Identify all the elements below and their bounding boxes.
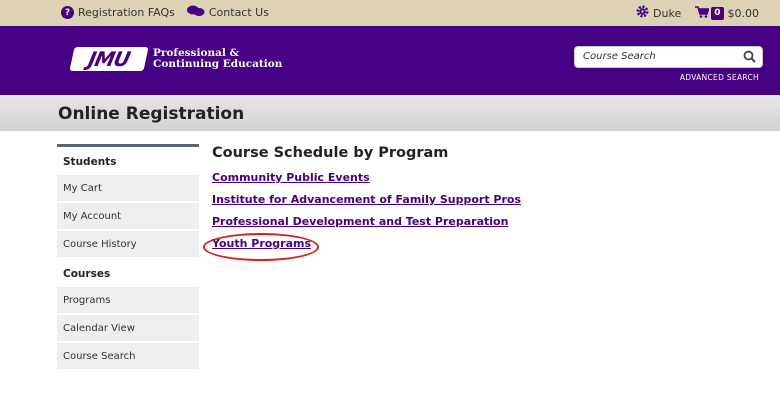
program-link-youth-programs[interactable]: Youth Programs (212, 237, 521, 259)
utility-links: ? Registration FAQs Contact Us (61, 5, 269, 20)
logo-mark: JMU (69, 47, 149, 71)
site-header: JMU Professional & Continuing Education … (0, 26, 780, 95)
cart-count-badge[interactable]: 0 (711, 6, 724, 20)
page-title-band: Online Registration (0, 95, 780, 131)
program-link-professional-development[interactable]: Professional Development and Test Prepar… (212, 215, 521, 237)
cart-total[interactable]: $0.00 (728, 7, 760, 20)
sidebar-heading-courses: Courses (57, 259, 199, 287)
question-icon: ? (61, 6, 74, 19)
registration-faqs-link[interactable]: Registration FAQs (78, 6, 175, 19)
contact-us-link[interactable]: Contact Us (209, 6, 269, 19)
search-placeholder: Course Search (583, 51, 656, 62)
sidebar-nav: Students My Cart My Account Course Histo… (57, 144, 199, 371)
chat-icon (186, 5, 205, 20)
program-link-community-public-events[interactable]: Community Public Events (212, 171, 521, 193)
program-link-family-support-pros[interactable]: Institute for Advancement of Family Supp… (212, 193, 521, 215)
section-heading: Course Schedule by Program (212, 145, 449, 161)
sidebar-item-course-search[interactable]: Course Search (57, 343, 199, 369)
sidebar-item-programs[interactable]: Programs (57, 287, 199, 313)
gear-icon (636, 5, 649, 21)
course-search-input[interactable]: Course Search (574, 46, 763, 68)
account-area: Duke 0 $0.00 (636, 5, 759, 21)
sidebar-item-course-history[interactable]: Course History (57, 231, 199, 257)
sidebar-item-my-cart[interactable]: My Cart (57, 175, 199, 201)
logo-line-2: Continuing Education (153, 58, 283, 70)
main-content: Course Schedule by Program Community Pub… (203, 145, 521, 261)
sidebar-item-calendar-view[interactable]: Calendar View (57, 315, 199, 341)
search-icon[interactable] (743, 50, 756, 66)
user-account-link[interactable]: Duke (653, 7, 681, 20)
advanced-search-link[interactable]: ADVANCED SEARCH (680, 73, 759, 82)
jmu-logo[interactable]: JMU Professional & Continuing Education (69, 47, 282, 71)
sidebar-item-my-account[interactable]: My Account (57, 203, 199, 229)
cart-icon[interactable] (695, 5, 710, 21)
utility-bar: ? Registration FAQs Contact Us Duke 0 $0… (0, 0, 780, 26)
page-title: Online Registration (58, 104, 245, 124)
logo-text: Professional & Continuing Education (153, 48, 282, 70)
sidebar-heading-students: Students (57, 147, 199, 175)
